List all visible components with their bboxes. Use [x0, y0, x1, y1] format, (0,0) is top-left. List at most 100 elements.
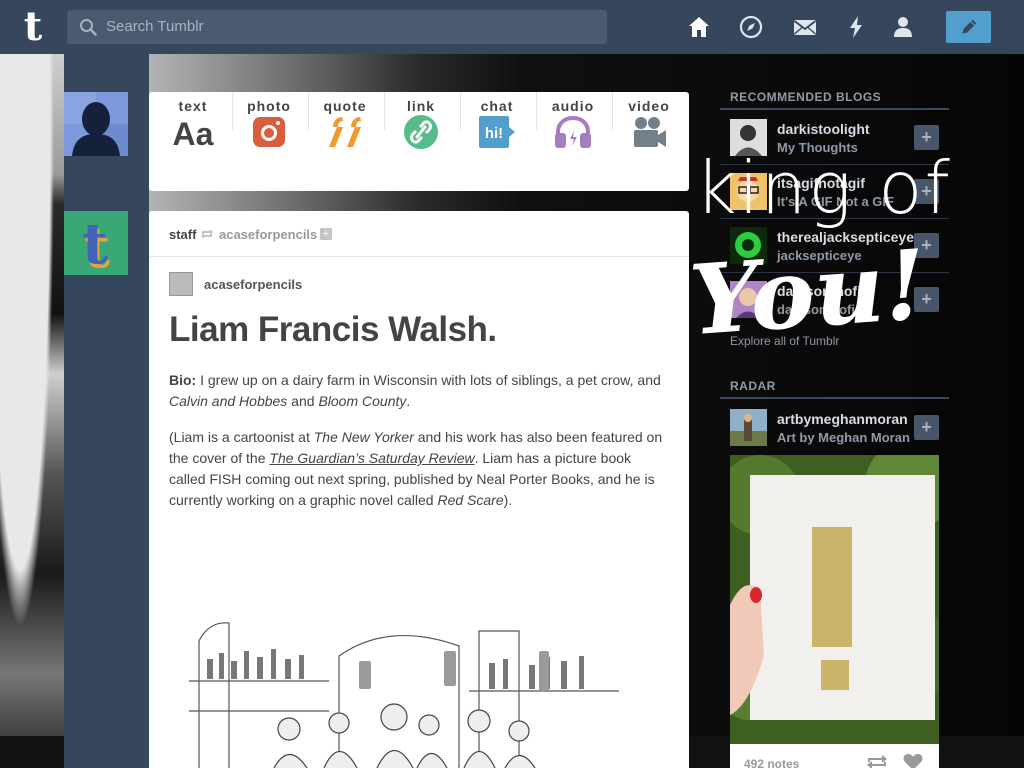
blog-description: danisontnofire — [777, 302, 868, 317]
blog-avatar — [730, 281, 767, 318]
blog-name[interactable]: artbymeghanmoran — [777, 411, 908, 427]
quote-icon — [329, 117, 361, 147]
blog-name[interactable]: therealjacksepticeye — [777, 229, 914, 245]
compass-icon[interactable] — [738, 14, 764, 40]
bio-emphasis: Calvin and Hobbes — [169, 393, 288, 409]
bio-text: and — [287, 393, 319, 409]
source-blog-name[interactable]: acaseforpencils — [204, 277, 302, 292]
person-icon[interactable] — [890, 14, 916, 40]
post-type-label: photo — [247, 98, 291, 114]
staff-logo-icon: t t — [64, 211, 128, 281]
reblogged-from-name[interactable]: acaseforpencils — [219, 227, 317, 242]
guardian-link[interactable]: The Guardian’s Saturday Review — [269, 450, 474, 466]
heading-divider — [720, 397, 949, 399]
follow-plus-icon[interactable]: + — [914, 233, 939, 258]
post-type-text[interactable]: text Aa — [155, 98, 231, 158]
home-icon[interactable] — [686, 14, 712, 40]
post-type-photo[interactable]: photo — [231, 98, 307, 158]
svg-text:hi!: hi! — [485, 125, 503, 142]
radar-post-footer: 492 notes — [730, 744, 939, 768]
svg-text:Aa: Aa — [173, 116, 214, 149]
svg-text:t: t — [82, 211, 108, 275]
follow-plus-icon[interactable]: + — [914, 287, 939, 312]
blog-avatar — [730, 173, 767, 210]
tumblr-logo[interactable]: t — [14, 6, 52, 48]
user-avatar[interactable] — [64, 92, 128, 156]
search-bar[interactable]: Search Tumblr — [67, 10, 607, 44]
recommended-blog-row[interactable]: itsagifnotagif It's A GIF Not a GIF + — [720, 165, 949, 219]
follow-plus-icon[interactable]: + — [914, 415, 939, 440]
source-avatar[interactable] — [169, 272, 193, 296]
post-type-link[interactable]: link — [383, 98, 459, 158]
heading-divider — [720, 108, 949, 110]
mail-icon[interactable] — [792, 14, 818, 40]
post-type-selector: text Aa photo quote link chat hi! audio … — [149, 92, 689, 191]
post-type-video[interactable]: video — [611, 98, 687, 158]
camera-icon — [253, 117, 285, 147]
radar-blog-row[interactable]: artbymeghanmoran Art by Meghan Moran + — [720, 401, 949, 455]
post-type-label: text — [178, 98, 208, 114]
radar-post-image[interactable] — [730, 455, 939, 745]
reblog-icon — [201, 229, 213, 239]
post-bio-paragraph: Bio: I grew up on a dairy farm in Wiscon… — [169, 370, 669, 412]
post-header: staff acaseforpencils + — [149, 211, 689, 257]
video-camera-icon — [634, 117, 666, 147]
blog-avatar — [730, 227, 767, 264]
blog-description: Art by Meghan Moran — [777, 430, 910, 445]
post-type-quote[interactable]: quote — [307, 98, 383, 158]
explore-link[interactable]: Explore all of Tumblr — [730, 334, 839, 348]
body-text: ). — [503, 492, 513, 508]
top-navigation-bar: t Search Tumblr — [0, 0, 1024, 54]
dashboard-post: staff acaseforpencils + acaseforpencils … — [149, 211, 689, 768]
body-text: (Liam is a cartoonist at — [169, 429, 314, 445]
post-title: Liam Francis Walsh. — [169, 310, 497, 349]
follow-plus-icon[interactable]: + — [914, 179, 939, 204]
text-icon: Aa — [173, 116, 214, 149]
compose-button[interactable] — [946, 11, 991, 43]
cartoon-illustration — [189, 601, 619, 768]
post-type-label: chat — [480, 98, 514, 114]
blog-description: It's A GIF Not a GIF — [777, 194, 894, 209]
recommended-blog-row[interactable]: therealjacksepticeye jacksepticeye + — [720, 219, 949, 273]
search-placeholder[interactable]: Search Tumblr — [106, 18, 204, 35]
notes-count[interactable]: 492 notes — [744, 757, 799, 768]
blog-description: My Thoughts — [777, 140, 858, 155]
bio-emphasis: Bloom County — [318, 393, 407, 409]
body-emphasis: Red Scare — [437, 492, 504, 508]
blog-avatar — [730, 119, 767, 156]
blog-name[interactable]: itsagifnotagif — [777, 175, 865, 191]
bio-label: Bio: — [169, 372, 197, 388]
radar-heading: RADAR — [730, 379, 776, 393]
blog-name[interactable]: danisontnofire — [777, 283, 874, 299]
dashboard-column — [64, 54, 149, 768]
chat-icon: hi! — [479, 116, 515, 148]
heart-icon[interactable] — [903, 754, 923, 768]
reblog-icon[interactable] — [866, 755, 888, 768]
search-icon — [80, 19, 97, 36]
bio-text: . — [406, 393, 411, 409]
post-type-chat[interactable]: chat hi! — [459, 98, 535, 158]
blog-description: jacksepticeye — [777, 248, 862, 263]
headphones-icon — [555, 115, 591, 148]
lightning-icon[interactable] — [843, 14, 869, 40]
body-emphasis: The New Yorker — [313, 429, 414, 445]
post-type-label: quote — [323, 98, 367, 114]
post-type-audio[interactable]: audio — [535, 98, 611, 158]
post-body-paragraph: (Liam is a cartoonist at The New Yorker … — [169, 427, 669, 511]
staff-avatar[interactable]: t t — [64, 211, 128, 281]
follow-plus-icon[interactable]: + — [914, 125, 939, 150]
link-icon — [404, 115, 438, 149]
blog-name[interactable]: darkistoolight — [777, 121, 870, 137]
post-type-label: link — [406, 98, 436, 114]
recommended-blogs-heading: RECOMMENDED BLOGS — [730, 90, 882, 104]
reblogger-name[interactable]: staff — [169, 227, 196, 242]
follow-plus-icon[interactable]: + — [320, 228, 332, 240]
recommended-blog-row[interactable]: danisontnofire danisontnofire + — [720, 273, 949, 327]
post-type-label: video — [628, 98, 670, 114]
blog-avatar — [730, 409, 767, 446]
background-photo — [0, 54, 64, 768]
recommended-blog-row[interactable]: darkistoolight My Thoughts + — [720, 111, 949, 165]
silhouette-icon — [64, 92, 128, 156]
post-type-label: audio — [551, 98, 595, 114]
pencil-icon — [962, 19, 977, 34]
